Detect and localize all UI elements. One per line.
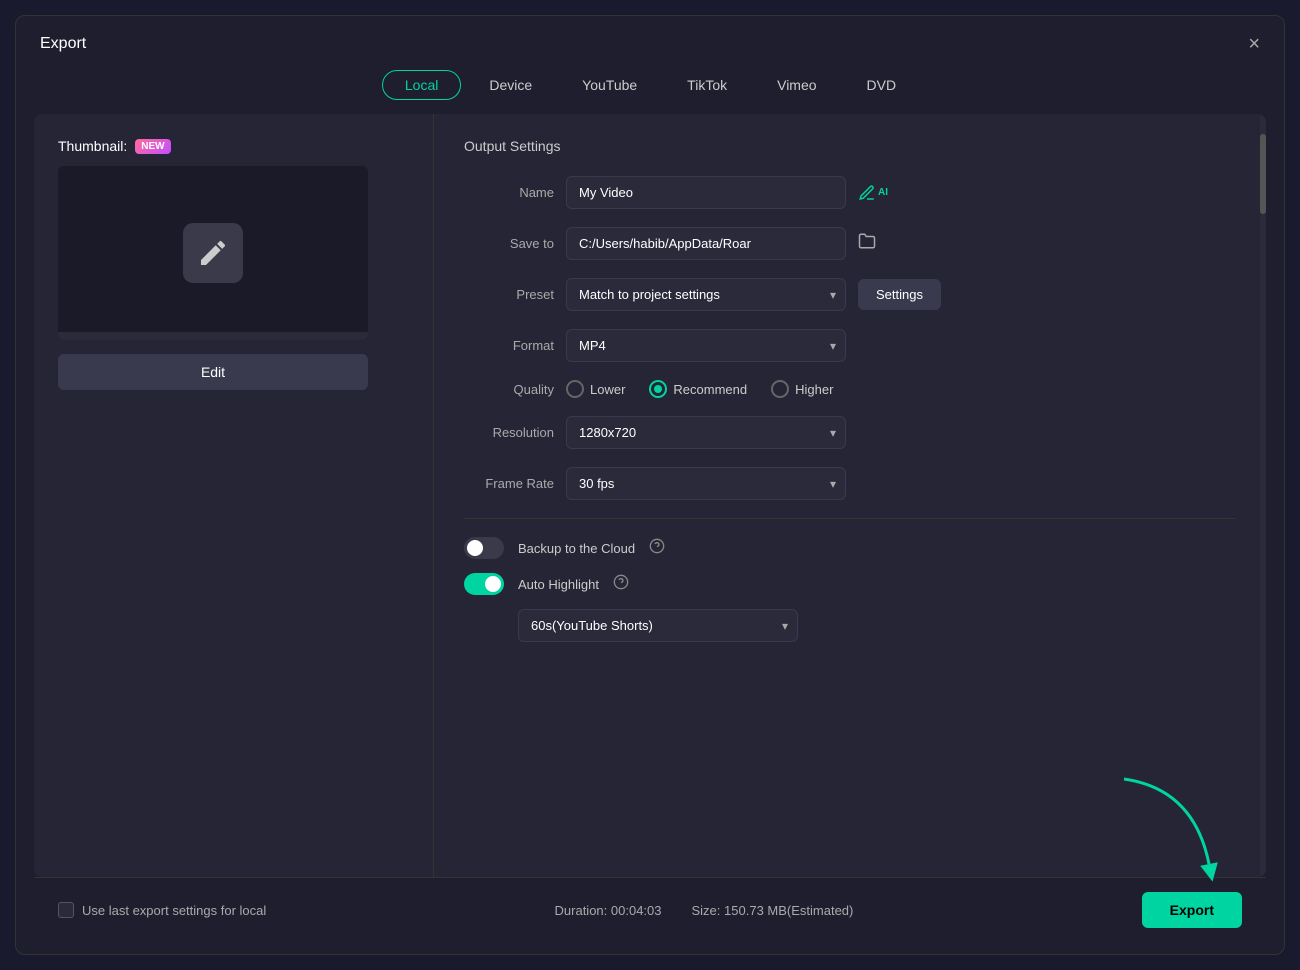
tab-tiktok[interactable]: TikTok	[665, 70, 749, 100]
duration-info: Duration: 00:04:03	[555, 903, 662, 918]
radio-lower	[566, 380, 584, 398]
resolution-select-wrapper: 1280x720 ▾	[566, 416, 846, 449]
resolution-label: Resolution	[464, 425, 554, 440]
duration-label: Duration:	[555, 903, 608, 918]
quality-row: Quality Lower Recommend Higher	[464, 380, 1236, 398]
name-row: Name AI	[464, 176, 1236, 209]
radio-recommend	[649, 380, 667, 398]
thumbnail-preview	[58, 166, 368, 340]
export-button[interactable]: Export	[1142, 892, 1242, 928]
backup-cloud-help-icon[interactable]	[649, 538, 665, 558]
edit-button[interactable]: Edit	[58, 354, 368, 390]
backup-cloud-toggle[interactable]	[464, 537, 504, 559]
resolution-row: Resolution 1280x720 ▾	[464, 416, 1236, 449]
export-dialog: Export × Local Device YouTube TikTok Vim…	[15, 15, 1285, 955]
quality-lower[interactable]: Lower	[566, 380, 625, 398]
right-panel: Output Settings Name AI Save to	[434, 114, 1266, 877]
quality-options: Lower Recommend Higher	[566, 380, 833, 398]
tab-device[interactable]: Device	[467, 70, 554, 100]
scrollbar-thumb[interactable]	[1260, 134, 1266, 214]
save-to-row: Save to	[464, 227, 1236, 260]
output-settings-title: Output Settings	[464, 138, 1236, 154]
settings-button[interactable]: Settings	[858, 279, 941, 310]
auto-highlight-row: Auto Highlight	[464, 573, 1236, 595]
quality-recommend[interactable]: Recommend	[649, 380, 747, 398]
name-input[interactable]	[566, 176, 846, 209]
highlight-duration-select[interactable]: 60s(YouTube Shorts)	[518, 609, 798, 642]
ai-rename-icon[interactable]: AI	[858, 184, 888, 202]
format-select-wrapper: MP4 ▾	[566, 329, 846, 362]
thumbnail-label: Thumbnail: NEW	[58, 138, 171, 154]
save-to-label: Save to	[464, 236, 554, 251]
format-select[interactable]: MP4	[566, 329, 846, 362]
quality-recommend-label: Recommend	[673, 382, 747, 397]
tab-local[interactable]: Local	[382, 70, 461, 100]
thumbnail-icon	[183, 223, 243, 283]
use-last-settings-checkbox[interactable]	[58, 902, 74, 918]
divider	[464, 518, 1236, 519]
resolution-select[interactable]: 1280x720	[566, 416, 846, 449]
name-label: Name	[464, 185, 554, 200]
auto-highlight-toggle[interactable]	[464, 573, 504, 595]
preset-label: Preset	[464, 287, 554, 302]
new-badge: NEW	[135, 139, 170, 154]
footer: Use last export settings for local Durat…	[34, 877, 1266, 942]
frame-rate-select-wrapper: 30 fps ▾	[566, 467, 846, 500]
tab-dvd[interactable]: DVD	[845, 70, 919, 100]
backup-cloud-row: Backup to the Cloud	[464, 537, 1236, 559]
save-path-input[interactable]	[566, 227, 846, 260]
quality-higher[interactable]: Higher	[771, 380, 833, 398]
quality-higher-label: Higher	[795, 382, 833, 397]
tab-youtube[interactable]: YouTube	[560, 70, 659, 100]
preset-select[interactable]: Match to project settings	[566, 278, 846, 311]
preset-row: Preset Match to project settings ▾ Setti…	[464, 278, 1236, 311]
edit-pencil-icon	[197, 237, 229, 269]
folder-icon[interactable]	[858, 232, 876, 255]
preset-select-wrapper: Match to project settings ▾	[566, 278, 846, 311]
frame-rate-row: Frame Rate 30 fps ▾	[464, 467, 1236, 500]
footer-info: Duration: 00:04:03 Size: 150.73 MB(Estim…	[555, 903, 854, 918]
dialog-title: Export	[40, 35, 86, 53]
highlight-duration-row: 60s(YouTube Shorts) ▾	[464, 609, 1236, 642]
duration-value: 00:04:03	[611, 903, 662, 918]
use-last-settings-text: Use last export settings for local	[82, 903, 266, 918]
tab-bar: Local Device YouTube TikTok Vimeo DVD	[16, 66, 1284, 114]
highlight-duration-wrapper: 60s(YouTube Shorts) ▾	[518, 609, 798, 642]
size-label: Size:	[692, 903, 721, 918]
frame-rate-select[interactable]: 30 fps	[566, 467, 846, 500]
quality-label: Quality	[464, 382, 554, 397]
frame-rate-label: Frame Rate	[464, 476, 554, 491]
format-label: Format	[464, 338, 554, 353]
auto-highlight-help-icon[interactable]	[613, 574, 629, 594]
backup-cloud-label: Backup to the Cloud	[518, 541, 635, 556]
thumbnail-timeline	[58, 332, 368, 340]
auto-highlight-label: Auto Highlight	[518, 577, 599, 592]
main-row: Thumbnail: NEW Edit Output Settings	[34, 114, 1266, 877]
use-last-settings-checkbox-label[interactable]: Use last export settings for local	[58, 902, 266, 918]
close-button[interactable]: ×	[1248, 34, 1260, 54]
tab-vimeo[interactable]: Vimeo	[755, 70, 838, 100]
left-panel: Thumbnail: NEW Edit	[34, 114, 434, 877]
radio-higher	[771, 380, 789, 398]
title-bar: Export ×	[16, 16, 1284, 66]
format-row: Format MP4 ▾	[464, 329, 1236, 362]
size-info: Size: 150.73 MB(Estimated)	[692, 903, 854, 918]
quality-lower-label: Lower	[590, 382, 625, 397]
thumbnail-text: Thumbnail:	[58, 138, 127, 154]
size-value: 150.73 MB(Estimated)	[724, 903, 853, 918]
content-area: Thumbnail: NEW Edit Output Settings	[34, 114, 1266, 877]
scrollbar	[1260, 114, 1266, 877]
